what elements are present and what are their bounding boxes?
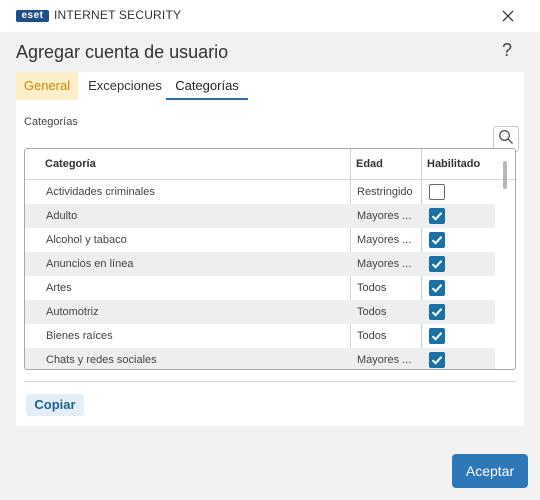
row-category: Alcohol y tabaco [46,234,127,246]
row-age: Mayores ... [357,210,412,222]
row-age: Mayores ... [357,234,412,246]
table-row[interactable]: Chats y redes sociales Mayores ... [25,348,495,369]
row-category: Automotriz [46,306,99,318]
tab-general[interactable]: General [16,72,78,100]
enabled-checkbox[interactable] [429,280,445,296]
table-row[interactable]: Anuncios en línea Mayores ... [25,252,495,276]
enabled-checkbox[interactable] [429,184,445,200]
enabled-checkbox[interactable] [429,328,445,344]
enabled-checkbox[interactable] [429,256,445,272]
checkmark-icon [431,260,443,269]
accept-button[interactable]: Aceptar [452,454,528,488]
section-divider [24,381,516,382]
table-body: Actividades criminales Restringido Adult… [25,180,495,369]
row-category: Anuncios en línea [46,258,134,270]
active-tab-indicator [166,98,248,100]
row-category: Adulto [46,210,78,222]
table-row[interactable]: Alcohol y tabaco Mayores ... [25,228,495,252]
checkmark-icon [431,308,443,317]
table-row[interactable]: Adulto Mayores ... [25,204,495,228]
checkmark-icon [431,332,443,341]
column-header-category[interactable]: Categoría [45,149,96,180]
row-age: Todos [357,306,387,318]
page-title: Agregar cuenta de usuario [16,42,229,62]
table-row[interactable]: Bienes raíces Todos [25,324,495,348]
eset-logo: eset [16,10,49,22]
row-category: Artes [46,282,72,294]
close-button[interactable] [496,4,520,28]
column-header-age[interactable]: Edad [356,149,383,180]
row-age: Restringido [357,186,413,198]
copy-button[interactable]: Copiar [26,394,84,416]
checkmark-icon [431,236,443,245]
tab-categories[interactable]: Categorías [166,72,248,100]
row-age: Mayores ... [357,354,412,366]
content-panel: General Excepciones Categorías Categoría… [16,72,524,426]
categories-table: Categoría Edad Habilitado Actividades cr… [24,148,516,370]
row-category: Bienes raíces [46,330,113,342]
product-name: INTERNET SECURITY [54,8,182,22]
table-scrollbar[interactable] [503,161,507,189]
table-row[interactable]: Automotriz Todos [25,300,495,324]
close-icon [502,7,514,26]
row-category: Chats y redes sociales [46,354,157,366]
help-button[interactable]: ? [502,40,512,61]
section-label: Categorías [24,116,78,128]
checkmark-icon [431,212,443,221]
dialog-header: Agregar cuenta de usuario ? [0,32,540,72]
table-row[interactable]: Artes Todos [25,276,495,300]
enabled-checkbox[interactable] [429,352,445,368]
row-age: Mayores ... [357,258,412,270]
search-icon [498,129,514,149]
enabled-checkbox[interactable] [429,304,445,320]
column-header-enabled[interactable]: Habilitado [427,149,480,180]
title-bar: eset INTERNET SECURITY [0,0,540,32]
tab-exceptions[interactable]: Excepciones [80,72,170,100]
row-age: Todos [357,330,387,342]
table-header: Categoría Edad Habilitado [25,149,515,180]
enabled-checkbox[interactable] [429,232,445,248]
checkmark-icon [431,356,443,365]
row-age: Todos [357,282,387,294]
table-row[interactable]: Actividades criminales Restringido [25,180,495,204]
checkmark-icon [431,284,443,293]
enabled-checkbox[interactable] [429,208,445,224]
row-category: Actividades criminales [46,186,155,198]
